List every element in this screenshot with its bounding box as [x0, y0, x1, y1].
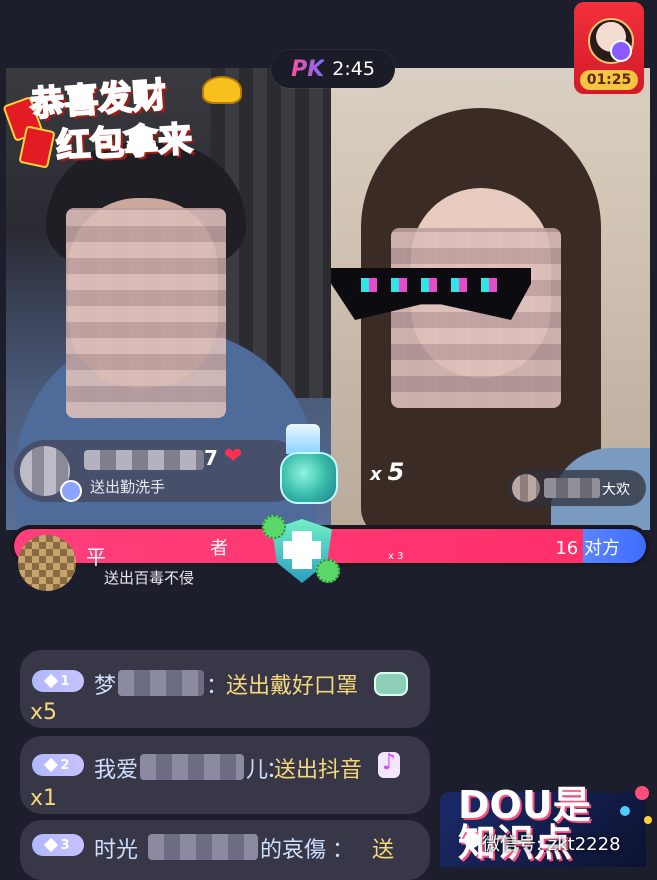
- tiktok-gift-icon: [378, 750, 400, 778]
- pk-countdown: 2:45: [332, 58, 375, 80]
- avatar[interactable]: [512, 474, 540, 502]
- red-envelope-icon: [18, 125, 56, 169]
- face-mask-icon: [374, 672, 408, 696]
- gift-action-text: 送出勤洗手: [90, 478, 166, 496]
- gift-notification[interactable]: 7 ❤ 送出勤洗手: [14, 440, 304, 502]
- face-mosaic: [391, 228, 561, 408]
- diamond-icon: [44, 673, 59, 689]
- chat-message[interactable]: 3 时光 的哀傷 ： 送: [20, 820, 430, 880]
- right-team-score: 16 对方: [555, 534, 620, 560]
- colon: ：: [332, 838, 355, 863]
- combo-x: x: [370, 464, 382, 485]
- wechat-icon: [464, 832, 480, 848]
- decorative-dot: [635, 786, 649, 800]
- shield-gift-icon: [262, 515, 340, 587]
- promo-line-1: DOU是: [458, 783, 591, 827]
- gift-message: 送出戴好口罩: [226, 674, 359, 699]
- username-prefix[interactable]: 时光: [94, 832, 138, 864]
- blurred-username: [84, 450, 204, 470]
- red-packet-countdown: 01:25: [580, 70, 638, 90]
- cross-icon: [283, 541, 321, 559]
- fortune-sticker: 恭喜发财 红包拿来: [2, 70, 242, 169]
- username[interactable]: 梦: [94, 668, 116, 700]
- right-label: 对方: [584, 538, 620, 559]
- colon: ：: [206, 674, 229, 699]
- promo-banner[interactable]: DOU是 知识点 微信号: zkt2228: [440, 786, 655, 867]
- blurred-username: [118, 670, 204, 696]
- avatar[interactable]: [18, 535, 76, 591]
- combo-number: 5: [387, 458, 405, 486]
- heart-icon: ❤: [224, 444, 243, 469]
- blurred-username: [140, 754, 244, 780]
- chat-message[interactable]: 1 梦 ： 送出戴好口罩 x5: [20, 650, 430, 728]
- chat-message[interactable]: 2 我爱 儿 ： 送出抖音 x1: [20, 736, 430, 814]
- gift-message: 送: [372, 838, 395, 863]
- level-badge: 2: [32, 754, 84, 776]
- multiplier-label: x 3: [388, 551, 404, 562]
- red-packet-button[interactable]: 01:25: [574, 2, 644, 94]
- right-score: 16: [555, 538, 579, 559]
- decorative-dot: [644, 816, 652, 824]
- gold-ingot-icon: [202, 76, 242, 104]
- blurred-username: [544, 478, 600, 498]
- username-suffix[interactable]: 的哀傷: [260, 832, 326, 864]
- pk-badge: PK: [291, 56, 325, 82]
- gift-notification-right[interactable]: 大欢: [508, 470, 646, 506]
- gift-combo-count: x5: [370, 458, 404, 486]
- hand-sanitizer-gift-icon: [272, 424, 344, 506]
- pk-timer: PK 2:45: [271, 50, 395, 88]
- username-prefix[interactable]: 我爱: [94, 752, 138, 784]
- username-suffix: 大欢: [602, 482, 630, 498]
- gift-message: 送出抖音: [274, 758, 363, 783]
- level-number: 1: [60, 673, 70, 689]
- username: 平: [86, 545, 106, 569]
- gift-action-text: 送出百毒不侵: [104, 569, 195, 587]
- gem-icon: [60, 480, 82, 502]
- pump-icon: [286, 424, 320, 454]
- level-number: 3: [60, 837, 70, 853]
- virus-icon: [262, 515, 286, 539]
- username-suffix: 7: [204, 446, 218, 470]
- wechat-watermark: 微信号: zkt2228: [482, 834, 621, 855]
- blurred-username: [148, 834, 258, 860]
- bottle-icon: [280, 452, 338, 504]
- level-badge: 1: [32, 670, 84, 692]
- level-badge: 3: [32, 834, 84, 856]
- sticker-text-2: 红包拿来: [54, 118, 194, 167]
- diamond-icon: [44, 757, 59, 773]
- level-number: 2: [60, 757, 70, 773]
- username-suffix[interactable]: 儿: [246, 752, 268, 784]
- face-mosaic: [66, 208, 226, 418]
- gift-quantity: x5: [30, 700, 58, 725]
- diamond-icon: [44, 837, 59, 853]
- virus-icon: [316, 559, 340, 583]
- gift-notification-2[interactable]: 平 送出百毒不侵: [14, 535, 214, 591]
- decorative-dot: [620, 806, 630, 816]
- gift-quantity: x1: [30, 786, 58, 811]
- live-pk-stage: 恭喜发财 红包拿来 PK 2:45 01:25 7 ❤ 送出勤洗手 x5 大欢 …: [0, 0, 657, 880]
- level-badge-icon: [610, 40, 632, 62]
